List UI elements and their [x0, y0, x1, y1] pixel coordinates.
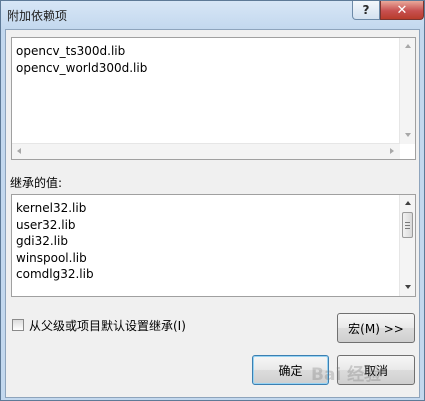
- ok-button[interactable]: 确定: [252, 355, 329, 385]
- scroll-up-arrow-icon[interactable]: [405, 201, 411, 205]
- cancel-button[interactable]: 取消: [337, 355, 415, 385]
- macro-button[interactable]: 宏(M) >>: [337, 313, 415, 343]
- close-icon: ✕: [396, 2, 408, 18]
- scroll-left-arrow-icon[interactable]: [17, 148, 21, 154]
- scroll-right-arrow-icon[interactable]: [390, 148, 394, 154]
- inherited-item: comdlg32.lib: [16, 267, 94, 281]
- grip-icon: [405, 222, 410, 223]
- help-button[interactable]: ?: [352, 1, 380, 20]
- scroll-thumb[interactable]: [402, 212, 413, 238]
- inherit-checkbox-label[interactable]: 从父级或项目默认设置继承(I): [29, 317, 186, 334]
- inherited-values-label: 继承的值:: [10, 176, 63, 190]
- inherited-item: winspool.lib: [16, 250, 87, 265]
- inherited-item: gdi32.lib: [16, 234, 68, 248]
- inherited-vertical-scrollbar[interactable]: [399, 195, 415, 296]
- dependencies-vertical-scrollbar[interactable]: [399, 38, 415, 144]
- dependencies-textbox[interactable]: opencv_ts300d.lib opencv_world300d.lib: [11, 37, 416, 160]
- inherited-item: kernel32.lib: [16, 201, 87, 215]
- dependency-item[interactable]: opencv_world300d.lib: [16, 60, 147, 77]
- inherited-values-list: kernel32.lib user32.lib gdi32.lib winspo…: [16, 200, 94, 283]
- window-title: 附加依赖项: [7, 9, 68, 23]
- grip-icon: [405, 225, 410, 226]
- help-icon: ?: [362, 3, 370, 17]
- dependencies-horizontal-scrollbar[interactable]: [12, 143, 400, 159]
- dependency-item[interactable]: opencv_ts300d.lib: [16, 43, 147, 60]
- scroll-up-arrow-icon[interactable]: [405, 44, 411, 48]
- close-button[interactable]: ✕: [380, 1, 424, 20]
- dialog-client-area: opencv_ts300d.lib opencv_world300d.lib 继…: [5, 29, 420, 398]
- grip-icon: [405, 228, 410, 229]
- dialog-window: 附加依赖项 ? ✕ opencv_ts300d.lib opencv_world…: [0, 0, 425, 401]
- inherited-values-textbox[interactable]: kernel32.lib user32.lib gdi32.lib winspo…: [11, 194, 416, 297]
- scroll-down-arrow-icon[interactable]: [405, 285, 411, 289]
- inherit-checkbox[interactable]: [12, 319, 24, 331]
- inherited-item: user32.lib: [16, 217, 76, 232]
- title-bar[interactable]: 附加依赖项 ? ✕: [1, 1, 424, 29]
- scroll-down-arrow-icon[interactable]: [405, 133, 411, 137]
- dependencies-list: opencv_ts300d.lib opencv_world300d.lib: [16, 43, 147, 76]
